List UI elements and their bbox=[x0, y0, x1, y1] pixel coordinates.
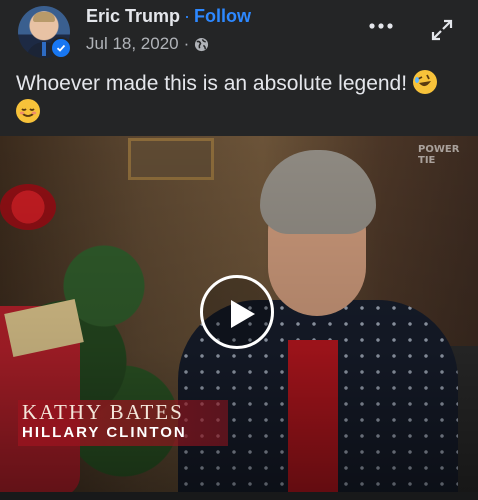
verified-badge-icon bbox=[50, 37, 72, 59]
video-player[interactable]: POWER TIE KATHY BATES HILLARY CLINTON bbox=[0, 136, 478, 492]
post-caption: Whoever made this is an absolute legend! bbox=[16, 69, 466, 127]
relieved-smile-emoji-icon bbox=[16, 99, 40, 123]
caption-text: Whoever made this is an absolute legend! bbox=[16, 72, 408, 95]
meta-separator: · bbox=[183, 34, 190, 53]
author-line: Eric Trump · Follow bbox=[86, 6, 251, 27]
post-header: Eric Trump · Follow Jul 18, 2020 · bbox=[0, 0, 478, 66]
lower-third-caption: KATHY BATES HILLARY CLINTON bbox=[18, 400, 298, 446]
rofl-emoji-icon bbox=[412, 70, 437, 94]
globe-icon bbox=[194, 37, 209, 52]
post-meta: Jul 18, 2020 · bbox=[86, 34, 209, 54]
author-name[interactable]: Eric Trump bbox=[86, 6, 180, 26]
lower-third-role: HILLARY CLINTON bbox=[22, 424, 187, 441]
avatar-hair bbox=[33, 12, 55, 22]
video-watermark: POWER TIE bbox=[418, 144, 460, 166]
lower-third-name: KATHY BATES bbox=[22, 400, 184, 424]
post-divider bbox=[0, 492, 478, 500]
more-options-icon[interactable] bbox=[366, 16, 396, 36]
follow-button[interactable]: Follow bbox=[194, 6, 251, 26]
play-icon[interactable] bbox=[200, 275, 274, 349]
post-date[interactable]: Jul 18, 2020 bbox=[86, 34, 179, 54]
avatar-tie bbox=[42, 42, 46, 56]
expand-icon[interactable] bbox=[430, 18, 454, 42]
name-separator: · bbox=[184, 6, 191, 26]
